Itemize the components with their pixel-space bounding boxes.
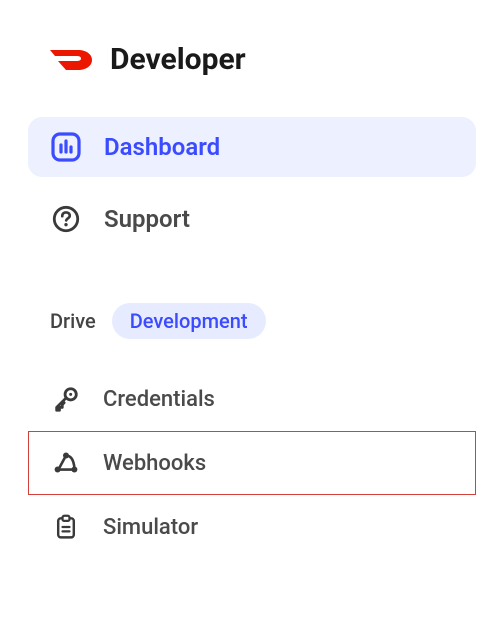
support-icon [50, 203, 82, 235]
sidebar-item-webhooks[interactable]: Webhooks [28, 431, 476, 495]
key-icon [51, 384, 81, 414]
sidebar-item-credentials[interactable]: Credentials [28, 367, 476, 431]
section-header: Drive Development [28, 303, 476, 339]
sidebar-item-label: Credentials [103, 387, 215, 412]
nav-label: Dashboard [104, 133, 220, 161]
nav-label: Support [104, 205, 190, 233]
webhook-icon [51, 448, 81, 478]
environment-badge[interactable]: Development [112, 303, 266, 339]
sidebar-item-label: Simulator [103, 515, 198, 540]
brand-header: Developer [28, 42, 476, 77]
brand-title: Developer [110, 42, 246, 77]
dashboard-icon [50, 131, 82, 163]
brand-logo-icon [48, 46, 96, 74]
sidebar-item-simulator[interactable]: Simulator [28, 495, 476, 559]
sidebar-item-label: Webhooks [103, 451, 206, 476]
primary-nav: Dashboard Support [28, 117, 476, 249]
clipboard-icon [51, 512, 81, 542]
nav-item-support[interactable]: Support [28, 189, 476, 249]
nav-item-dashboard[interactable]: Dashboard [28, 117, 476, 177]
section-title: Drive [50, 309, 96, 333]
section-nav: Credentials Webhooks Simulator [28, 367, 476, 559]
